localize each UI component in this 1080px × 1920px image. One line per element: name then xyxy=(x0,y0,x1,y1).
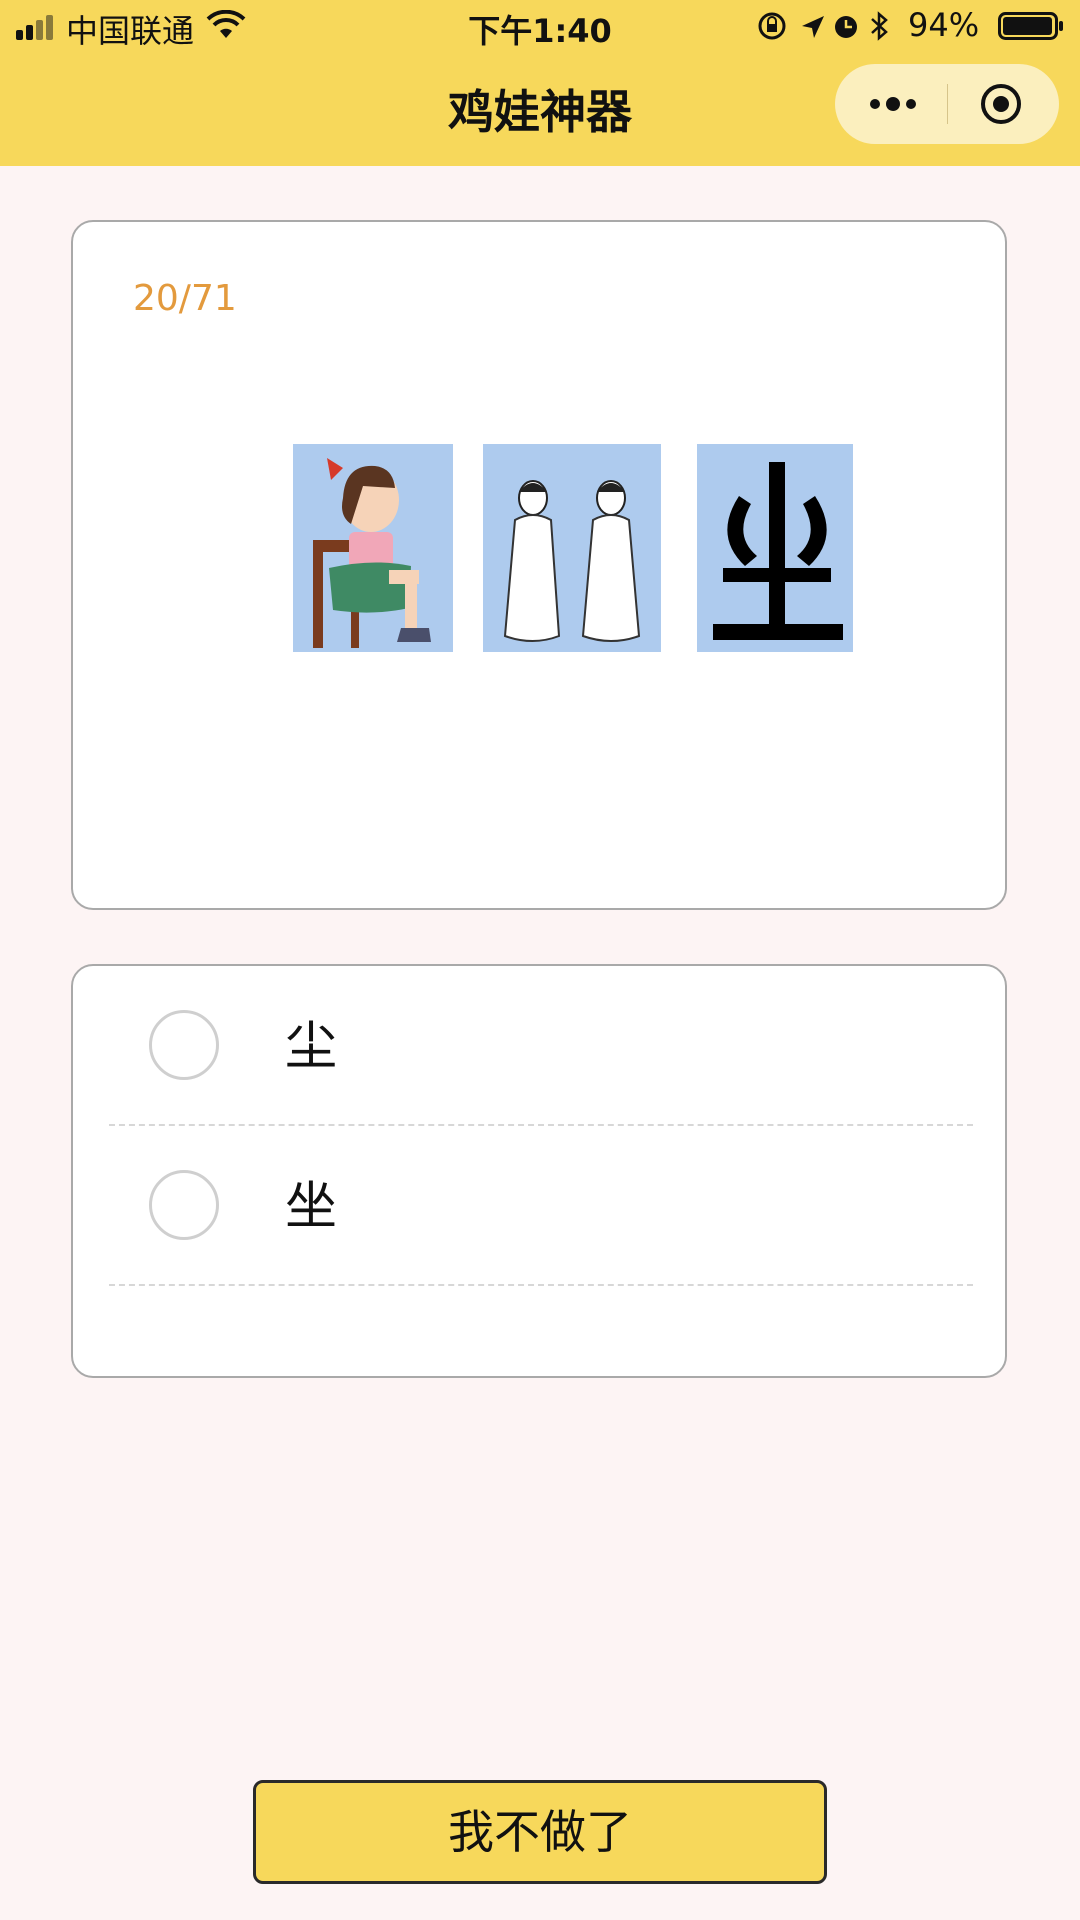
two-kneeling-men-picture xyxy=(483,444,661,652)
quit-button[interactable]: 我不做了 xyxy=(253,1780,827,1884)
capsule-divider xyxy=(947,84,948,124)
battery-icon xyxy=(998,12,1063,40)
location-icon xyxy=(802,16,824,38)
option-divider xyxy=(109,1284,973,1286)
question-card: 20/71 xyxy=(71,220,1007,910)
options-card: 尘 坐 xyxy=(71,964,1007,1378)
option-label: 尘 xyxy=(285,1017,338,1077)
battery-percent: 94% xyxy=(908,6,980,44)
mini-program-capsule xyxy=(835,64,1059,144)
question-image xyxy=(293,444,853,652)
radio-button[interactable] xyxy=(149,1170,219,1240)
orientation-lock-icon xyxy=(758,12,786,40)
bluetooth-icon xyxy=(871,11,888,41)
option-item[interactable]: 尘 xyxy=(109,966,973,1126)
option-item[interactable]: 坐 xyxy=(109,1126,973,1286)
status-bar: 中国联通 下午1:40 94% xyxy=(0,0,1080,54)
radio-button[interactable] xyxy=(149,1010,219,1080)
girl-sitting-picture xyxy=(293,444,453,652)
alarm-icon xyxy=(835,16,857,38)
question-progress: 20/71 xyxy=(133,278,237,319)
option-label: 坐 xyxy=(285,1177,338,1237)
close-target-icon[interactable] xyxy=(979,82,1023,126)
ancient-character-picture xyxy=(697,444,853,652)
more-icon[interactable] xyxy=(865,84,921,124)
title-bar: 中国联通 下午1:40 94% 鸡娃神器 xyxy=(0,0,1080,166)
status-icons xyxy=(758,11,888,41)
